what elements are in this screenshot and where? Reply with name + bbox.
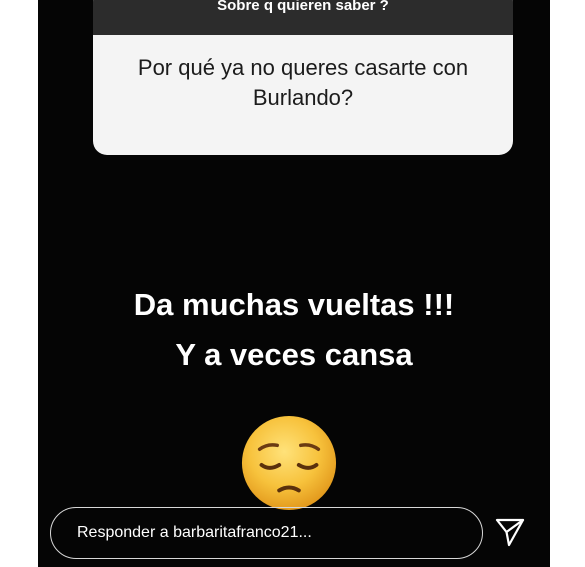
answer-text: Da muchas vueltas !!! Y a veces cansa — [38, 280, 550, 380]
story-view[interactable]: Sobre q quieren saber ? Por qué ya no qu… — [38, 0, 550, 567]
answer-line-1: Da muchas vueltas !!! — [133, 287, 455, 322]
pensive-face-icon — [241, 415, 337, 511]
reply-input[interactable]: Responder a barbaritafranco21... — [50, 507, 483, 559]
answer-line-2: Y a veces cansa — [175, 337, 413, 372]
question-sticker: Sobre q quieren saber ? Por qué ya no qu… — [93, 0, 513, 155]
question-text: Por qué ya no queres casarte con Burland… — [137, 55, 469, 110]
send-icon[interactable] — [494, 517, 526, 547]
question-prompt: Sobre q quieren saber ? — [93, 0, 513, 35]
